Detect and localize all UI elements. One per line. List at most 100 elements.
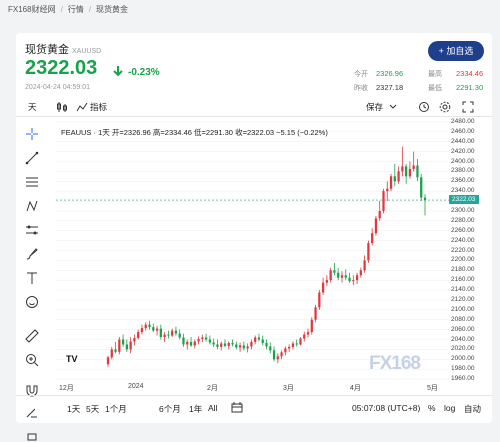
crosshair-icon[interactable] xyxy=(25,127,39,141)
candle-body[interactable] xyxy=(344,275,347,278)
candle-body[interactable] xyxy=(246,346,249,349)
candle-body[interactable] xyxy=(288,346,291,349)
lock-icon[interactable] xyxy=(25,428,39,442)
candle-body[interactable] xyxy=(359,270,362,276)
pattern-icon[interactable] xyxy=(25,199,39,213)
candle-body[interactable] xyxy=(408,168,412,177)
candle-body[interactable] xyxy=(386,188,389,192)
candle-body[interactable] xyxy=(137,332,140,339)
interval-select[interactable]: 天 xyxy=(28,101,37,113)
range-1d[interactable]: 1天 xyxy=(67,403,80,415)
candle-body[interactable] xyxy=(182,337,185,345)
projection-icon[interactable] xyxy=(25,223,39,237)
indicator-icon[interactable] xyxy=(76,102,88,112)
candle-body[interactable] xyxy=(174,330,178,334)
candle-body[interactable] xyxy=(171,330,174,336)
candle-body[interactable] xyxy=(423,197,427,201)
candle-body[interactable] xyxy=(265,342,268,347)
candle-body[interactable] xyxy=(155,328,159,331)
candle-body[interactable] xyxy=(404,166,408,177)
candle-body[interactable] xyxy=(250,341,253,347)
candle-body[interactable] xyxy=(378,210,381,219)
candle-body[interactable] xyxy=(193,341,196,346)
candle-body[interactable] xyxy=(393,176,396,182)
candle-body[interactable] xyxy=(201,337,204,340)
candle-body[interactable] xyxy=(186,341,189,345)
candle-body[interactable] xyxy=(321,282,325,293)
lock-drawing-icon[interactable] xyxy=(25,405,39,419)
candle-body[interactable] xyxy=(178,333,181,338)
emoji-icon[interactable] xyxy=(25,295,39,309)
fib-lines-icon[interactable] xyxy=(25,175,39,189)
candle-body[interactable] xyxy=(340,275,344,278)
candle-body[interactable] xyxy=(254,337,257,342)
candle-body[interactable] xyxy=(355,275,359,281)
candle-body[interactable] xyxy=(257,337,261,340)
candle-body[interactable] xyxy=(167,334,170,336)
candle-body[interactable] xyxy=(310,319,313,333)
candle-body[interactable] xyxy=(329,270,332,281)
candle-body[interactable] xyxy=(363,260,366,271)
candle-body[interactable] xyxy=(280,352,283,357)
candle-body[interactable] xyxy=(121,339,125,345)
candle-body[interactable] xyxy=(189,341,193,346)
candle-body[interactable] xyxy=(129,341,132,350)
range-5d[interactable]: 5天 xyxy=(86,403,99,415)
candle-body[interactable] xyxy=(223,343,227,346)
candle-body[interactable] xyxy=(216,344,219,347)
candle-body[interactable] xyxy=(227,342,230,346)
candle-body[interactable] xyxy=(318,292,321,308)
candle-body[interactable] xyxy=(242,345,245,349)
candle-body[interactable] xyxy=(106,357,110,365)
candle-body[interactable] xyxy=(238,345,242,348)
candle-body[interactable] xyxy=(152,327,155,331)
breadcrumb-home[interactable]: FX168财经网 xyxy=(8,5,56,14)
candle-body[interactable] xyxy=(348,277,351,282)
range-6m[interactable]: 6个月 xyxy=(159,403,181,415)
candle-body[interactable] xyxy=(133,338,136,342)
candle-body[interactable] xyxy=(144,324,147,329)
candle-body[interactable] xyxy=(114,349,117,352)
candle-body[interactable] xyxy=(352,280,355,282)
candle-body[interactable] xyxy=(220,343,223,347)
fullscreen-icon[interactable] xyxy=(462,101,474,113)
text-tool-icon[interactable] xyxy=(25,271,39,285)
clock-display[interactable]: 05:07:08 (UTC+8) xyxy=(352,403,420,413)
candle-body[interactable] xyxy=(118,339,121,352)
candle-body[interactable] xyxy=(397,171,400,182)
indicators-button[interactable]: 指标 xyxy=(90,101,107,113)
candle-body[interactable] xyxy=(261,339,264,343)
candle-body[interactable] xyxy=(148,324,151,328)
chevron-down-icon[interactable] xyxy=(389,104,397,110)
candle-body[interactable] xyxy=(371,233,374,244)
candle-body[interactable] xyxy=(325,280,329,283)
price-chart[interactable] xyxy=(56,117,449,384)
candle-body[interactable] xyxy=(231,342,234,345)
candle-body[interactable] xyxy=(159,328,162,338)
zoom-in-icon[interactable] xyxy=(25,353,39,367)
range-1m[interactable]: 1个月 xyxy=(105,403,127,415)
candle-body[interactable] xyxy=(314,307,317,320)
percent-toggle[interactable]: % xyxy=(428,403,436,413)
candle-body[interactable] xyxy=(163,334,166,338)
range-all[interactable]: All xyxy=(208,403,217,413)
candle-body[interactable] xyxy=(412,165,415,169)
settings-icon[interactable] xyxy=(439,101,451,113)
candle-body[interactable] xyxy=(208,339,212,343)
candle-type-icon[interactable] xyxy=(56,102,68,112)
candle-body[interactable] xyxy=(389,176,393,189)
candle-body[interactable] xyxy=(291,343,295,347)
calendar-icon[interactable] xyxy=(231,402,243,413)
candle-body[interactable] xyxy=(306,332,310,335)
candle-body[interactable] xyxy=(276,356,279,360)
candle-body[interactable] xyxy=(140,328,144,333)
log-toggle[interactable]: log xyxy=(444,403,455,413)
ruler-icon[interactable] xyxy=(25,329,39,343)
candle-body[interactable] xyxy=(295,343,298,345)
brush-icon[interactable] xyxy=(25,247,39,261)
candle-body[interactable] xyxy=(299,338,302,345)
candle-body[interactable] xyxy=(235,344,238,348)
candle-body[interactable] xyxy=(401,166,404,172)
trend-line-icon[interactable] xyxy=(25,151,39,165)
candle-body[interactable] xyxy=(212,342,215,345)
